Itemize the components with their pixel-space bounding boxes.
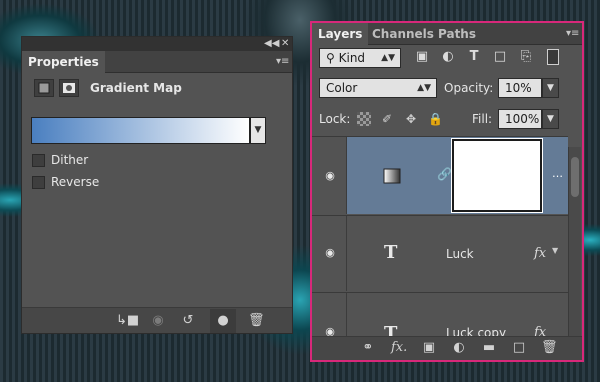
layer-row-luck[interactable]: ◉ T Luck fx ▼ <box>312 215 568 291</box>
fill-input[interactable]: 100% <box>498 109 542 129</box>
chevron-down-icon[interactable]: ▼ <box>552 246 558 255</box>
pixel-filter-icon[interactable]: ▣ <box>414 49 430 65</box>
layers-footer: ⚭ fx. ▣ ◐ ▬ □ 🗑 <box>312 336 582 360</box>
properties-titlebar[interactable]: ◀◀ ✕ <box>22 37 292 51</box>
tab-channels[interactable]: Channels <box>366 23 440 45</box>
lock-transparent-icon[interactable] <box>357 112 371 126</box>
layer-row-luck-copy[interactable]: ◉ T Luck copy fx <box>312 292 568 337</box>
tab-layers[interactable]: Layers <box>312 23 369 45</box>
visibility-icon[interactable]: ● <box>210 309 236 333</box>
layer-row-gradient-map[interactable]: ◉ 🔗 … <box>312 136 568 214</box>
folder-icon[interactable]: ▬ <box>481 340 497 356</box>
view-previous-state-icon[interactable]: ◉ <box>150 313 166 329</box>
fx-icon[interactable]: fx <box>534 246 546 261</box>
text-layer-icon: T <box>384 242 398 263</box>
gradient-map-adjustment-icon <box>383 168 401 187</box>
lock-image-pixels-icon[interactable]: ✐ <box>380 112 394 126</box>
layer-name[interactable]: Luck <box>446 247 474 261</box>
blend-mode-value: Color <box>326 81 358 95</box>
link-icon[interactable]: 🔗 <box>437 167 452 181</box>
layer-mask-thumbnail[interactable] <box>451 138 543 213</box>
tab-properties[interactable]: Properties <box>22 51 105 73</box>
filter-kind-label: Kind <box>338 51 366 65</box>
filter-toggle-icon[interactable] <box>547 49 559 65</box>
adjustment-title: Gradient Map <box>90 81 182 95</box>
gradient-preview[interactable] <box>31 117 250 144</box>
properties-tabbar: Properties ▾≡ <box>22 51 292 73</box>
visibility-column: ◉ <box>312 216 347 291</box>
eye-icon[interactable]: ◉ <box>323 170 337 181</box>
close-icon[interactable]: ✕ <box>281 39 289 49</box>
lock-position-icon[interactable]: ✥ <box>404 112 418 126</box>
reverse-label: Reverse <box>51 175 100 189</box>
adjustment-filter-icon[interactable]: ◐ <box>440 49 456 65</box>
smart-object-filter-icon[interactable]: ⎘ <box>518 49 534 65</box>
type-filter-icon[interactable]: T <box>466 49 482 65</box>
link-icon[interactable]: ⚭ <box>360 340 376 356</box>
trash-icon[interactable]: 🗑 <box>541 340 558 356</box>
text-layer-icon: T <box>384 323 398 337</box>
chevron-updown-icon: ▲▼ <box>381 53 395 63</box>
opacity-dropdown-arrow[interactable]: ▼ <box>542 78 559 98</box>
scrollbar-thumb[interactable] <box>571 157 579 197</box>
opacity-input[interactable]: 10% <box>498 78 542 98</box>
layers-panel: Layers Channels Paths ▾≡ ⚲ Kind ▲▼ ▣ ◐ T… <box>310 21 584 362</box>
properties-panel: ◀◀ ✕ Properties ▾≡ Gradient Map ▼ Dither… <box>21 36 293 334</box>
visibility-column: ◉ <box>312 137 347 214</box>
dither-checkbox[interactable] <box>32 154 45 167</box>
lock-all-icon[interactable]: 🔒 <box>428 112 443 126</box>
delete-icon[interactable]: 🗑 <box>248 313 265 329</box>
lock-label: Lock: <box>319 112 351 126</box>
adjustment-layer-icon[interactable] <box>34 79 54 97</box>
tab-paths[interactable]: Paths <box>432 23 482 45</box>
dither-label: Dither <box>51 153 89 167</box>
fx-icon[interactable]: fx. <box>391 340 407 356</box>
search-icon: ⚲ <box>326 51 339 65</box>
properties-footer: ↳■ ◉ ↺ ● 🗑 <box>22 307 292 333</box>
collapse-icon[interactable]: ◀◀ <box>264 39 279 49</box>
clip-to-layer-icon[interactable]: ↳■ <box>116 313 139 329</box>
filter-kind-dropdown[interactable]: ⚲ Kind ▲▼ <box>319 48 401 68</box>
more-icon: … <box>552 167 563 180</box>
opacity-label: Opacity: <box>444 81 494 95</box>
blend-mode-dropdown[interactable]: Color ▲▼ <box>319 78 437 98</box>
reverse-checkbox[interactable] <box>32 176 45 189</box>
panel-menu-icon[interactable]: ▾≡ <box>566 29 580 39</box>
layer-mask-icon[interactable] <box>59 79 79 97</box>
fill-label: Fill: <box>472 112 493 126</box>
gradient-dropdown-arrow[interactable]: ▼ <box>250 117 266 144</box>
new-layer-icon[interactable]: □ <box>511 340 527 356</box>
chevron-updown-icon: ▲▼ <box>417 83 431 93</box>
adjustment-icon[interactable]: ◐ <box>451 340 467 356</box>
layers-tabbar: Layers Channels Paths ▾≡ <box>312 23 582 45</box>
shape-filter-icon[interactable]: □ <box>492 49 508 65</box>
mask-icon[interactable]: ▣ <box>421 340 437 356</box>
visibility-column: ◉ <box>312 293 347 337</box>
fill-dropdown-arrow[interactable]: ▼ <box>542 109 559 129</box>
eye-icon[interactable]: ◉ <box>323 247 337 258</box>
reset-icon[interactable]: ↺ <box>180 313 196 329</box>
panel-menu-icon[interactable]: ▾≡ <box>276 57 290 67</box>
layers-scrollbar[interactable] <box>568 147 581 337</box>
